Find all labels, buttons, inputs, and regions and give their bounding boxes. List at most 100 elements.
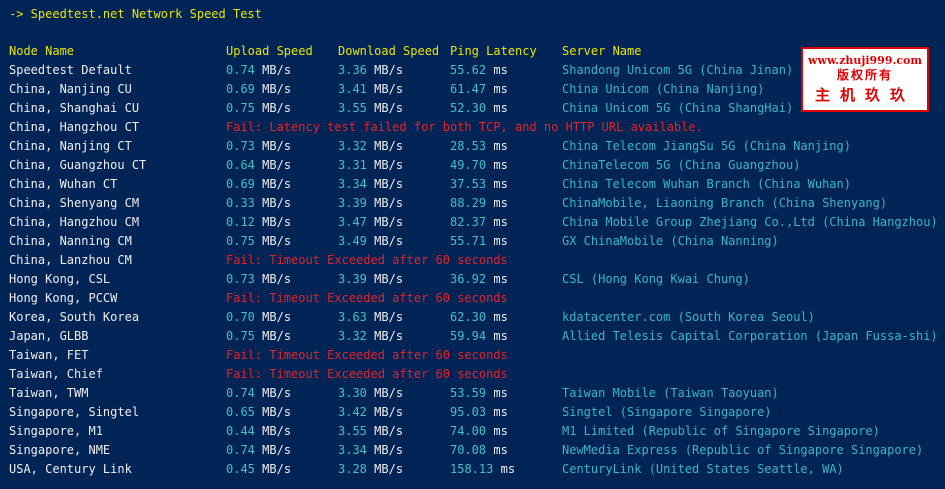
header-ping-latency: Ping Latency xyxy=(450,44,537,58)
download-speed-unit: MB/s xyxy=(374,215,404,229)
upload-speed-value: 0.33 xyxy=(226,196,255,210)
ping-latency-unit: ms xyxy=(493,272,508,286)
upload-speed-value: 0.69 xyxy=(226,177,255,191)
ping-latency: 62.30 ms xyxy=(450,308,508,327)
watermark-copyright: 版权所有 xyxy=(836,68,893,82)
download-speed-unit: MB/s xyxy=(374,424,404,438)
ping-latency: 37.53 ms xyxy=(450,175,508,194)
ping-latency-value: 53.59 xyxy=(450,386,487,400)
upload-speed-unit: MB/s xyxy=(262,443,292,457)
download-speed: 3.34 MB/s xyxy=(338,441,403,460)
upload-speed: 0.75 MB/s xyxy=(226,232,291,251)
ping-latency-value: 52.30 xyxy=(450,101,487,115)
upload-speed-value: 0.75 xyxy=(226,329,255,343)
upload-speed: 0.73 MB/s xyxy=(226,270,291,289)
ping-latency: 70.08 ms xyxy=(450,441,508,460)
ping-latency: 55.62 ms xyxy=(450,61,508,80)
ping-latency: 59.94 ms xyxy=(450,327,508,346)
upload-speed-unit: MB/s xyxy=(262,310,292,324)
download-speed-unit: MB/s xyxy=(374,234,404,248)
node-name: China, Nanjing CT xyxy=(9,139,132,153)
upload-speed: 0.70 MB/s xyxy=(226,308,291,327)
download-speed: 3.30 MB/s xyxy=(338,384,403,403)
header-node-name: Node Name xyxy=(9,44,75,58)
download-speed-unit: MB/s xyxy=(374,329,404,343)
download-speed-value: 3.55 xyxy=(338,101,367,115)
ping-latency: 36.92 ms xyxy=(450,270,508,289)
download-speed-value: 3.47 xyxy=(338,215,367,229)
upload-speed: 0.74 MB/s xyxy=(226,441,291,460)
ping-latency-value: 158.13 xyxy=(450,462,494,476)
download-speed-value: 3.41 xyxy=(338,82,367,96)
header-download-speed: Download Speed xyxy=(338,44,440,58)
fail-message: Fail: Timeout Exceeded after 60 seconds xyxy=(226,253,508,267)
download-speed: 3.28 MB/s xyxy=(338,460,403,479)
upload-speed-unit: MB/s xyxy=(262,234,292,248)
download-speed-value: 3.32 xyxy=(338,329,367,343)
download-speed-value: 3.32 xyxy=(338,139,367,153)
ping-latency: 55.71 ms xyxy=(450,232,508,251)
node-name: China, Shenyang CM xyxy=(9,196,140,210)
download-speed-value: 3.30 xyxy=(338,386,367,400)
upload-speed-unit: MB/s xyxy=(262,329,292,343)
table-row: China, Hangzhou CT Fail: Latency test fai… xyxy=(0,118,945,137)
node-name: Singapore, Singtel xyxy=(9,405,140,419)
download-speed-value: 3.39 xyxy=(338,272,367,286)
server-name: China Unicom (China Nanjing) xyxy=(562,82,765,96)
table-row: China, Nanjing CT 0.73 MB/s 3.32 MB/s 28.53… xyxy=(0,137,945,156)
download-speed: 3.55 MB/s xyxy=(338,422,403,441)
watermark-url: www.zhuji999.com xyxy=(808,54,922,67)
download-speed: 3.47 MB/s xyxy=(338,213,403,232)
download-speed-value: 3.55 xyxy=(338,424,367,438)
upload-speed: 0.65 MB/s xyxy=(226,403,291,422)
table-row: China, Wuhan CT 0.69 MB/s 3.34 MB/s 37.53 m… xyxy=(0,175,945,194)
node-name: China, Lanzhou CM xyxy=(9,253,132,267)
ping-latency-value: 28.53 xyxy=(450,139,487,153)
ping-latency-unit: ms xyxy=(493,196,508,210)
download-speed: 3.49 MB/s xyxy=(338,232,403,251)
node-name: China, Nanjing CU xyxy=(9,82,132,96)
server-name: CSL (Hong Kong Kwai Chung) xyxy=(562,272,750,286)
upload-speed-value: 0.69 xyxy=(226,82,255,96)
upload-speed-unit: MB/s xyxy=(262,63,292,77)
table-row: Japan, GLBB 0.75 MB/s 3.32 MB/s 59.94 ms All… xyxy=(0,327,945,346)
download-speed-unit: MB/s xyxy=(374,82,404,96)
upload-speed-unit: MB/s xyxy=(262,82,292,96)
server-name: Shandong Unicom 5G (China Jinan) xyxy=(562,63,794,77)
server-name: ChinaTelecom 5G (China Guangzhou) xyxy=(562,158,801,172)
table-row: Taiwan, TWM 0.74 MB/s 3.30 MB/s 53.59 ms Tai… xyxy=(0,384,945,403)
ping-latency: 74.00 ms xyxy=(450,422,508,441)
table-row: Singapore, Singtel 0.65 MB/s 3.42 MB/s 95.0… xyxy=(0,403,945,422)
upload-speed-value: 0.45 xyxy=(226,462,255,476)
upload-speed-unit: MB/s xyxy=(262,196,292,210)
ping-latency-value: 55.71 xyxy=(450,234,487,248)
download-speed-value: 3.63 xyxy=(338,310,367,324)
ping-latency-value: 61.47 xyxy=(450,82,487,96)
upload-speed: 0.74 MB/s xyxy=(226,61,291,80)
ping-latency-value: 49.70 xyxy=(450,158,487,172)
download-speed-value: 3.31 xyxy=(338,158,367,172)
node-name: Taiwan, FET xyxy=(9,348,89,362)
ping-latency-value: 74.00 xyxy=(450,424,487,438)
download-speed: 3.31 MB/s xyxy=(338,156,403,175)
terminal-window[interactable]: -> Speedtest.net Network Speed Test Node… xyxy=(0,0,945,489)
ping-latency-unit: ms xyxy=(493,424,508,438)
table-row: Taiwan, FET Fail: Timeout Exceeded after … xyxy=(0,346,945,365)
table-row: China, Shenyang CM 0.33 MB/s 3.39 MB/s 88.2… xyxy=(0,194,945,213)
download-speed-value: 3.42 xyxy=(338,405,367,419)
download-speed-unit: MB/s xyxy=(374,158,404,172)
download-speed: 3.41 MB/s xyxy=(338,80,403,99)
ping-latency-unit: ms xyxy=(493,386,508,400)
download-speed-value: 3.36 xyxy=(338,63,367,77)
upload-speed-unit: MB/s xyxy=(262,424,292,438)
node-name: Singapore, M1 xyxy=(9,424,103,438)
ping-latency-value: 36.92 xyxy=(450,272,487,286)
upload-speed-value: 0.75 xyxy=(226,234,255,248)
table-row: Taiwan, Chief Fail: Timeout Exceeded afte… xyxy=(0,365,945,384)
upload-speed-value: 0.64 xyxy=(226,158,255,172)
ping-latency-unit: ms xyxy=(493,329,508,343)
ping-latency-value: 37.53 xyxy=(450,177,487,191)
ping-latency-unit: ms xyxy=(493,177,508,191)
server-name: CenturyLink (United States Seattle, WA) xyxy=(562,462,844,476)
upload-speed-unit: MB/s xyxy=(262,405,292,419)
